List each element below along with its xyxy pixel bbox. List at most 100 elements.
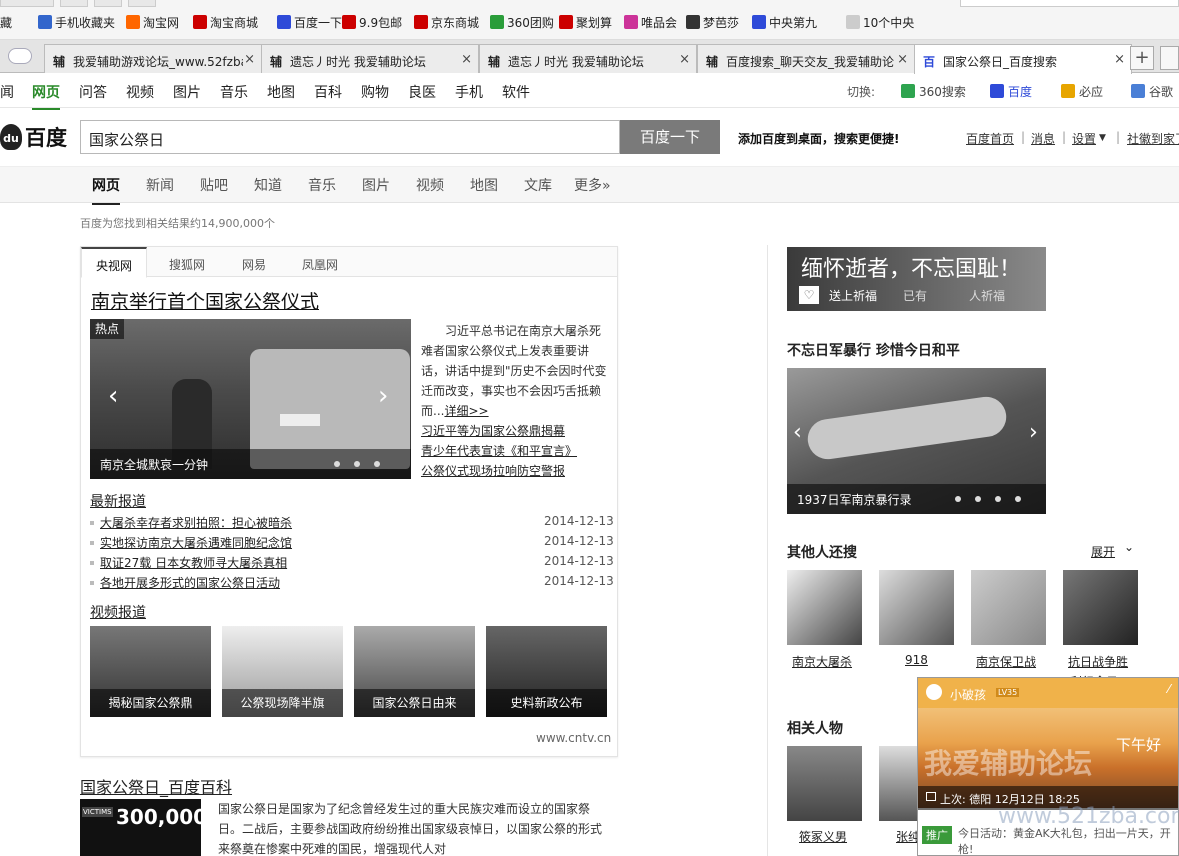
news-photo[interactable]: 热点 ‹ › 南京全城默哀一分钟 [90,319,411,479]
engine-switch[interactable]: 谷歌 [1131,83,1173,100]
ad-text[interactable]: 今日活动：黄金AK大礼包，扫出一片天，开枪! [958,826,1176,856]
bookmark-item[interactable]: 10个中央 [846,14,914,31]
nav-item[interactable]: 购物 [361,82,389,102]
search-tab[interactable]: 更多» [574,175,611,195]
video-thumbnail[interactable]: 史料新政公布 [486,626,607,717]
pray-button[interactable]: 送上祈福 [829,287,877,304]
bookmark-item[interactable]: 百度一下 [277,14,342,31]
browser-tab[interactable]: 百国家公祭日_百度搜索 × [914,44,1132,74]
latest-title[interactable]: 最新报道 [90,491,146,511]
related-search-thumbnail[interactable] [971,570,1046,645]
browser-tab[interactable]: 辅遗忘丿时光 我爱辅助论坛 × [261,44,479,73]
search-tab[interactable]: 知道 [254,175,282,195]
chevron-left-icon[interactable]: ‹ [108,381,118,411]
related-search-thumbnail[interactable] [787,570,862,645]
chevron-right-icon[interactable]: › [1029,420,1038,445]
nav-item[interactable]: 百科 [314,82,342,102]
person-photo[interactable] [787,746,862,821]
close-icon[interactable]: × [679,52,690,67]
search-input[interactable]: 国家公祭日 [80,120,620,154]
close-icon[interactable]: × [1114,52,1125,67]
nav-item[interactable]: 软件 [502,82,530,102]
toolbar-button[interactable] [60,0,88,7]
bookmark-item[interactable]: 360团购 [490,14,554,31]
close-icon[interactable]: × [244,52,255,67]
close-icon[interactable]: × [897,52,908,67]
address-bar-edge[interactable] [960,0,1179,7]
video-title[interactable]: 视频报道 [90,602,146,622]
cloud-icon[interactable] [8,48,32,64]
news-headline[interactable]: 南京举行首个国家公祭仪式 [91,287,319,314]
slide-dot[interactable] [374,461,380,467]
new-tab-plus-icon[interactable]: + [1130,46,1154,70]
news-link[interactable]: 大屠杀幸存者求别拍照：担心被暗杀 [100,516,292,530]
search-tab[interactable]: 图片 [362,175,390,195]
source-tab[interactable]: 搜狐网 [169,256,205,273]
list-item[interactable]: 实地探访南京大屠杀遇难同胞纪念馆 [90,534,292,551]
side-link-2[interactable]: 青少年代表宣读《和平宣言》 [421,442,577,459]
bookmark-item[interactable]: 唯品会 [624,14,677,31]
engine-switch[interactable]: 必应 [1061,83,1103,100]
nav-item[interactable]: 音乐 [220,82,248,102]
toolbar-button[interactable] [0,0,54,7]
browser-tab[interactable]: 辅我爱辅助游戏论坛_www.52fzba × [44,44,262,73]
slide-dot[interactable] [354,461,360,467]
search-button[interactable]: 百度一下 [620,120,720,154]
nav-item[interactable]: 手机 [455,82,483,102]
browser-tab[interactable]: 辅百度搜索_聊天交友_我爱辅助论 × [697,44,915,73]
related-search-label[interactable]: 南京保卫战 [976,653,1036,670]
history-photo[interactable]: ‹ › 1937日军南京暴行录 [787,368,1046,514]
engine-switch[interactable]: 360搜索 [901,83,966,100]
list-item[interactable]: 各地开展多形式的国家公祭日活动 [90,574,280,591]
expand-link[interactable]: 展开 [1091,543,1115,560]
chevron-down-icon[interactable]: ▼ [1099,133,1106,143]
video-thumbnail[interactable]: 揭秘国家公祭鼎 [90,626,211,717]
search-tab[interactable]: 视频 [416,175,444,195]
desktop-promo-link[interactable]: 添加百度到桌面，搜索更便捷! [738,130,899,147]
search-tab[interactable]: 新闻 [146,175,174,195]
close-icon[interactable]: ⁄ [1168,682,1170,696]
nav-item[interactable]: 问答 [79,82,107,102]
related-search-label[interactable]: 918 [905,653,928,667]
settings-link[interactable]: 设置 [1072,130,1096,147]
list-item[interactable]: 取证27载 日本女教师寻大屠杀真相 [90,554,287,571]
related-search-thumbnail[interactable] [879,570,954,645]
tab-list-icon[interactable] [1160,46,1179,70]
bookmark-item[interactable]: 梦芭莎 [686,14,739,31]
bookmark-item[interactable]: 淘宝网 [126,14,179,31]
search-tab[interactable]: 音乐 [308,175,336,195]
more-link[interactable]: 社徽到家了 [1127,130,1179,147]
chevron-down-icon[interactable]: ⌄ [1124,540,1134,554]
related-search-thumbnail[interactable] [1063,570,1138,645]
baike-image[interactable]: VICTIMS 300,000 [80,799,201,856]
source-tab[interactable]: 凤凰网 [302,256,338,273]
search-tab[interactable]: 贴吧 [200,175,228,195]
news-link[interactable]: 实地探访南京大屠杀遇难同胞纪念馆 [100,536,292,550]
slide-dot[interactable] [955,496,961,502]
baidu-home-link[interactable]: 百度首页 [966,130,1014,147]
search-tab[interactable]: 地图 [470,175,498,195]
heart-icon[interactable]: ♡ [799,286,819,304]
login-popup[interactable]: 小破孩 LV35 ⁄ 下午好 我爱辅助论坛 上次: 德阳 12月12日 18:2… [917,677,1179,856]
memorial-banner[interactable]: 缅怀逝者，不忘国耻！ ♡ 送上祈福 已有 人祈福 [787,247,1046,311]
side-link-1[interactable]: 习近平等为国家公祭鼎揭幕 [421,422,565,439]
browser-tab[interactable]: 辅遗忘丿时光 我爱辅助论坛 × [479,44,697,73]
search-tab[interactable]: 网页 [92,175,120,205]
side-link-3[interactable]: 公祭仪式现场拉响防空警报 [421,462,565,479]
related-search-label[interactable]: 抗日战争胜 [1068,653,1128,670]
baike-title[interactable]: 国家公祭日_百度百科 [80,774,232,798]
slide-dot[interactable] [334,461,340,467]
toolbar-button[interactable] [94,0,122,7]
search-tab[interactable]: 文库 [524,175,552,195]
video-thumbnail[interactable]: 公祭现场降半旗 [222,626,343,717]
slide-dot[interactable] [995,496,1001,502]
nav-item[interactable]: 视频 [126,82,154,102]
bookmark-item[interactable]: 手机收藏夹 [38,14,115,31]
baidu-logo[interactable]: du 百度 [0,122,72,152]
bookmark-item[interactable]: 聚划算 [559,14,612,31]
source-tab[interactable]: 央视网 [81,247,148,278]
list-item[interactable]: 大屠杀幸存者求别拍照：担心被暗杀 [90,514,292,531]
bookmark-item[interactable]: 中央第九 [752,14,817,31]
close-icon[interactable]: × [461,52,472,67]
source-tab[interactable]: 网易 [242,256,266,273]
